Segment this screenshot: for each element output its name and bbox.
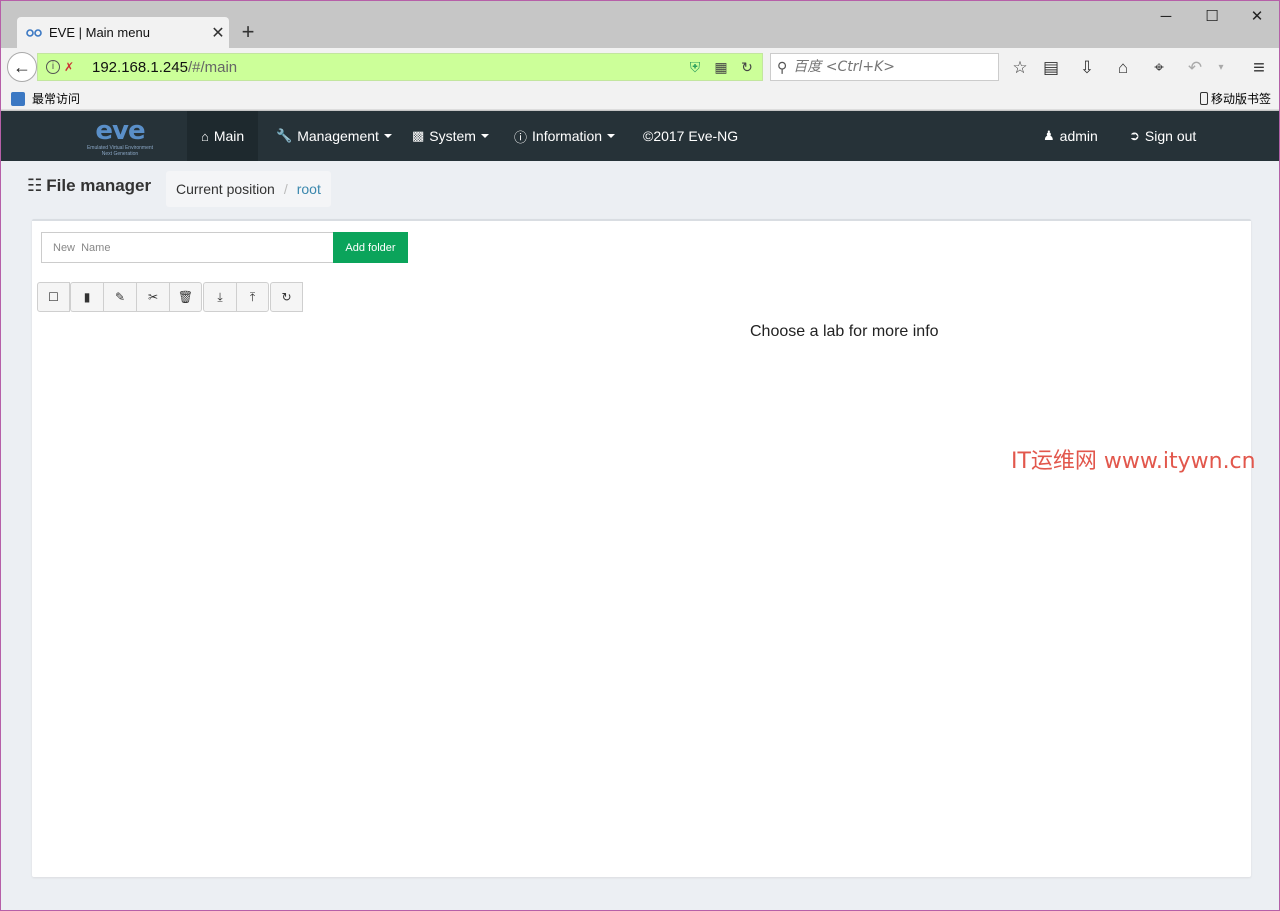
url-host: 192.168.1.245	[92, 58, 188, 76]
nav-main[interactable]: ⌂ Main	[187, 111, 259, 161]
search-input[interactable]	[793, 59, 984, 75]
breadcrumb-label: Current position	[176, 181, 275, 197]
download-icon[interactable]: ⇩	[1075, 57, 1099, 79]
home-icon[interactable]: ⌂	[1111, 57, 1135, 79]
select-all-button[interactable]: ☐	[37, 282, 70, 312]
logo-subtitle-2: Next Generation	[101, 151, 139, 157]
add-folder-button[interactable]: Add folder	[333, 232, 408, 263]
info-icon[interactable]: i	[46, 60, 60, 74]
trash-icon: 🗑	[177, 290, 194, 304]
reload-icon[interactable]: ↻	[736, 59, 758, 76]
refresh-icon: ↻	[281, 290, 292, 304]
mobile-phone-icon	[1199, 92, 1208, 105]
nav-signout[interactable]: ➲ Sign out	[1115, 111, 1210, 161]
new-file-button[interactable]: ▮	[70, 282, 103, 312]
nav-management-label: Management	[297, 128, 379, 144]
insecure-lock-icon[interactable]: ✗	[64, 60, 78, 74]
arrow-left-icon: ←	[13, 56, 31, 77]
breadcrumb: Current position / root	[166, 171, 331, 207]
back-button[interactable]: ←	[7, 52, 37, 82]
nav-management[interactable]: 🔧 Management	[262, 111, 406, 161]
nav-information-label: Information	[532, 128, 603, 144]
copyright-label: ©2017 Eve-NG	[643, 128, 739, 144]
upload-icon: ⤒	[249, 289, 256, 304]
nav-system[interactable]: ▩ System	[398, 111, 503, 161]
eve-logo[interactable]: eve Emulated Virtual Environment Next Ge…	[75, 116, 165, 157]
reading-list-icon[interactable]: ▤	[1039, 57, 1063, 79]
browser-navbar: ← i ✗ 192.168.1.245 /#/main ⛨ ▦ ↻ ⚲ ☆ ▤ …	[1, 48, 1279, 86]
user-label: admin	[1059, 128, 1098, 144]
book-icon: ▩	[412, 128, 425, 143]
tab-title: EVE | Main menu	[49, 25, 150, 40]
minimize-button[interactable]: ─	[1151, 7, 1181, 27]
file-icon: ▮	[83, 290, 91, 304]
breadcrumb-root-link[interactable]: root	[297, 181, 321, 197]
mobile-bookmarks-label: 移动版书签	[1210, 92, 1271, 106]
import-button[interactable]: ⤒	[236, 282, 269, 312]
browser-tab[interactable]: EVE | Main menu ✕	[17, 17, 229, 48]
browser-window: EVE | Main menu ✕ + ─ ☐ ✕ ← i ✗ 192.168.…	[0, 0, 1280, 911]
cut-button[interactable]: ✂	[136, 282, 169, 312]
hamburger-menu-icon[interactable]: ≡	[1247, 57, 1271, 79]
app-navbar: eve Emulated Virtual Environment Next Ge…	[1, 111, 1279, 161]
url-bar[interactable]: i ✗ 192.168.1.245 /#/main ⛨ ▦ ↻	[37, 53, 763, 81]
new-name-input[interactable]	[41, 232, 334, 263]
page-header: ☷ File manager	[27, 176, 151, 196]
shield-icon[interactable]: ⛨	[684, 59, 706, 76]
refresh-button[interactable]: ↻	[270, 282, 303, 312]
caret-down-icon	[480, 134, 489, 138]
search-bar[interactable]: ⚲	[770, 53, 999, 81]
checkbox-icon: ☐	[48, 290, 59, 304]
select-button-group: ☐	[37, 282, 70, 312]
nav-main-label: Main	[213, 128, 245, 144]
caret-down-icon	[607, 134, 616, 138]
download-icon: ⤓	[217, 289, 223, 304]
bookmark-star-icon[interactable]: ☆	[1008, 57, 1032, 79]
most-visited-label: 最常访问	[32, 92, 81, 106]
breadcrumb-separator: /	[283, 181, 288, 197]
nav-copyright: ©2017 Eve-NG	[629, 111, 752, 161]
signout-label: Sign out	[1144, 128, 1197, 144]
close-window-button[interactable]: ✕	[1242, 7, 1272, 27]
edit-button[interactable]: ✎	[103, 282, 136, 312]
refresh-group: ↻	[270, 282, 303, 312]
page-title: File manager	[46, 176, 152, 195]
home-icon: ⌂	[201, 128, 209, 144]
bookmark-folder-icon	[11, 91, 25, 106]
new-tab-button[interactable]: +	[237, 21, 259, 43]
watermark: IT运维网 www.itywn.cn	[1011, 449, 1256, 474]
mobile-bookmarks[interactable]: 移动版书签	[1199, 90, 1271, 107]
undo-icon[interactable]: ↶	[1183, 57, 1207, 79]
nav-system-label: System	[429, 128, 476, 144]
wrench-icon: 🔧	[276, 128, 293, 143]
tab-close-icon[interactable]: ✕	[207, 23, 229, 43]
eve-app: eve Emulated Virtual Environment Next Ge…	[1, 111, 1279, 910]
search-icon: ⚲	[777, 58, 788, 75]
eve-favicon-icon	[26, 28, 42, 37]
user-icon: ♟	[1043, 128, 1055, 143]
scissors-icon: ✂	[147, 290, 159, 304]
delete-button[interactable]: 🗑	[169, 282, 202, 312]
url-path: /#/main	[187, 58, 238, 76]
nav-information[interactable]: ⓘ Information	[500, 111, 629, 161]
sitemap-icon: ☷	[27, 176, 43, 195]
qr-code-icon[interactable]: ▦	[710, 59, 732, 76]
file-manager-panel: Add folder ☐ ▮ ✎ ✂ 🗑 ⤓ ⤒ ↻ Choose a lab …	[32, 219, 1251, 877]
file-actions-group: ▮ ✎ ✂ 🗑	[70, 282, 202, 312]
export-button[interactable]: ⤓	[203, 282, 236, 312]
crop-icon[interactable]: ⌖	[1147, 57, 1171, 79]
logo-mark: eve	[95, 116, 145, 146]
caret-down-icon	[383, 134, 392, 138]
sign-out-icon: ➲	[1129, 128, 1140, 143]
pencil-icon: ✎	[114, 290, 126, 304]
bookmarks-bar: 最常访问 移动版书签	[1, 86, 1279, 110]
most-visited-bookmark[interactable]: 最常访问	[11, 90, 80, 107]
chevron-down-icon[interactable]: ▾	[1209, 57, 1233, 79]
info-circle-icon: ⓘ	[514, 129, 528, 145]
nav-user[interactable]: ♟ admin	[1029, 111, 1112, 161]
maximize-button[interactable]: ☐	[1197, 7, 1227, 27]
lab-info-message: Choose a lab for more info	[750, 323, 939, 340]
tab-strip: EVE | Main menu ✕ + ─ ☐ ✕	[1, 1, 1279, 48]
transfer-actions-group: ⤓ ⤒	[203, 282, 269, 312]
